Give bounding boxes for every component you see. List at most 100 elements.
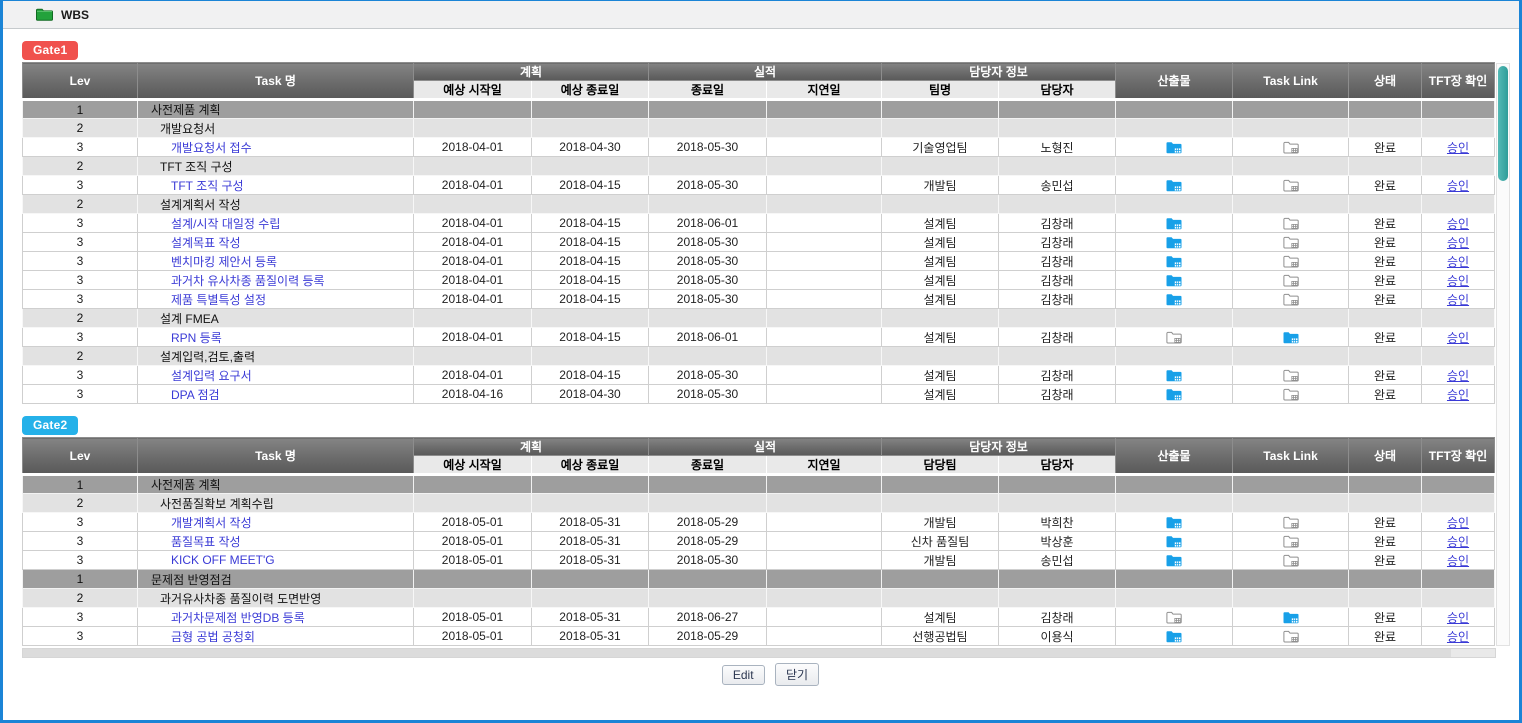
folder-gray-icon[interactable] [1283, 236, 1299, 249]
task-name-link[interactable]: TFT 조직 구성 [171, 179, 244, 193]
task-name-cell: 개발계획서 작성 [138, 513, 414, 532]
task-link-cell [1233, 271, 1349, 290]
task-name-link[interactable]: 과거차 유사차종 품질이력 등록 [171, 274, 325, 288]
folder-blue-icon[interactable] [1166, 516, 1182, 529]
gate-section-gate2: Gate2 Lev Task 명 계획 실적 담당자 정보 산출물 Task L… [22, 416, 1510, 646]
task-name-cell: 설계계획서 작성 [138, 195, 414, 214]
actual-end-cell: 2018-05-30 [649, 252, 767, 271]
folder-gray-icon[interactable] [1166, 331, 1182, 344]
folder-blue-icon[interactable] [1166, 535, 1182, 548]
output-cell [1116, 385, 1233, 404]
folder-gray-icon[interactable] [1166, 611, 1182, 624]
approve-link[interactable]: 승인 [1447, 217, 1469, 231]
horizontal-scrollbar-thumb[interactable] [23, 649, 1451, 657]
folder-blue-icon[interactable] [1166, 236, 1182, 249]
person-cell: 김창래 [999, 366, 1116, 385]
approve-link[interactable]: 승인 [1447, 236, 1469, 250]
folder-gray-icon[interactable] [1283, 554, 1299, 567]
folder-gray-icon[interactable] [1283, 274, 1299, 287]
folder-gray-icon[interactable] [1283, 369, 1299, 382]
task-name-link[interactable]: 개발요청서 접수 [171, 141, 252, 155]
approve-link[interactable]: 승인 [1447, 535, 1469, 549]
lev-cell: 1 [23, 475, 138, 494]
approve-link[interactable]: 승인 [1447, 331, 1469, 345]
task-name-link[interactable]: DPA 점검 [171, 388, 220, 402]
folder-gray-icon[interactable] [1283, 388, 1299, 401]
folder-gray-icon[interactable] [1283, 293, 1299, 306]
task-name-link[interactable]: 제품 특별특성 설정 [171, 293, 266, 307]
folder-blue-icon[interactable] [1283, 331, 1299, 344]
approve-link[interactable]: 승인 [1447, 611, 1469, 625]
edit-button[interactable]: Edit [722, 665, 765, 685]
plan-start-cell: 2018-04-01 [414, 214, 532, 233]
lev-cell: 3 [23, 176, 138, 195]
approve-link[interactable]: 승인 [1447, 630, 1469, 644]
team-cell: 설계팀 [882, 214, 999, 233]
approve-link[interactable]: 승인 [1447, 388, 1469, 402]
folder-blue-icon[interactable] [1283, 611, 1299, 624]
team-cell: 개발팀 [882, 551, 999, 570]
folder-blue-icon[interactable] [1166, 293, 1182, 306]
folder-blue-icon[interactable] [1166, 179, 1182, 192]
task-name-link[interactable]: RPN 등록 [171, 331, 222, 345]
delay-cell [767, 138, 882, 157]
task-row: 3 과거차문제점 반영DB 등록 2018-05-01 2018-05-31 2… [23, 608, 1495, 627]
folder-blue-icon[interactable] [1166, 274, 1182, 287]
vertical-scrollbar[interactable] [1496, 63, 1510, 646]
folder-blue-icon[interactable] [1166, 255, 1182, 268]
folder-gray-icon[interactable] [1283, 535, 1299, 548]
plan-end-cell: 2018-04-15 [532, 252, 649, 271]
folder-gray-icon[interactable] [1283, 255, 1299, 268]
folder-gray-icon[interactable] [1283, 179, 1299, 192]
delay-cell [767, 233, 882, 252]
task-name-link[interactable]: 벤치마킹 제안서 등록 [171, 255, 277, 269]
actual-end-cell: 2018-05-29 [649, 627, 767, 646]
lev-cell: 3 [23, 138, 138, 157]
tables-scroll-area: Gate1 Lev Task 명 계획 실적 담당자 정보 산출물 Task L… [22, 41, 1510, 646]
plan-start-cell: 2018-05-01 [414, 532, 532, 551]
task-name-link[interactable]: 금형 공법 공청회 [171, 630, 255, 644]
horizontal-scrollbar[interactable] [22, 648, 1496, 658]
approve-link[interactable]: 승인 [1447, 255, 1469, 269]
vertical-scrollbar-thumb[interactable] [1498, 66, 1508, 181]
window-title: WBS [61, 8, 89, 22]
col-owner-group: 담당자 정보 [882, 438, 1116, 456]
approve-link[interactable]: 승인 [1447, 179, 1469, 193]
approve-link[interactable]: 승인 [1447, 516, 1469, 530]
status-cell: 완료 [1349, 551, 1422, 570]
folder-blue-icon[interactable] [1166, 141, 1182, 154]
task-name-link[interactable]: 설계/시작 대일정 수립 [171, 217, 280, 231]
approve-link[interactable]: 승인 [1447, 293, 1469, 307]
task-name-cell: 설계목표 작성 [138, 233, 414, 252]
status-cell: 완료 [1349, 532, 1422, 551]
plan-end-cell: 2018-05-31 [532, 551, 649, 570]
folder-blue-icon[interactable] [1166, 388, 1182, 401]
folder-blue-icon[interactable] [1166, 217, 1182, 230]
task-name-link[interactable]: 품질목표 작성 [171, 535, 241, 549]
group-row: 2 사전품질확보 계획수립 [23, 494, 1495, 513]
task-name-link[interactable]: 개발계획서 작성 [171, 516, 252, 530]
task-name-link[interactable]: 설계입력 요구서 [171, 369, 252, 383]
folder-gray-icon[interactable] [1283, 516, 1299, 529]
task-name-link[interactable]: 과거차문제점 반영DB 등록 [171, 611, 305, 625]
col-team: 담당팀 [882, 456, 999, 475]
folder-blue-icon[interactable] [1166, 630, 1182, 643]
plan-end-cell: 2018-04-15 [532, 328, 649, 347]
status-cell: 완료 [1349, 513, 1422, 532]
approve-link[interactable]: 승인 [1447, 274, 1469, 288]
group-row: 1 사전제품 계획 [23, 475, 1495, 494]
approve-link[interactable]: 승인 [1447, 369, 1469, 383]
approve-link[interactable]: 승인 [1447, 141, 1469, 155]
folder-gray-icon[interactable] [1283, 141, 1299, 154]
task-name-link[interactable]: KICK OFF MEET'G [171, 553, 275, 567]
folder-blue-icon[interactable] [1166, 369, 1182, 382]
plan-start-cell: 2018-04-01 [414, 138, 532, 157]
close-button[interactable]: 닫기 [775, 663, 819, 686]
task-name-link[interactable]: 설계목표 작성 [171, 236, 241, 250]
approve-link[interactable]: 승인 [1447, 554, 1469, 568]
folder-gray-icon[interactable] [1283, 217, 1299, 230]
task-name-cell: 사전품질확보 계획수립 [138, 494, 414, 513]
folder-gray-icon[interactable] [1283, 630, 1299, 643]
lev-cell: 2 [23, 347, 138, 366]
folder-blue-icon[interactable] [1166, 554, 1182, 567]
